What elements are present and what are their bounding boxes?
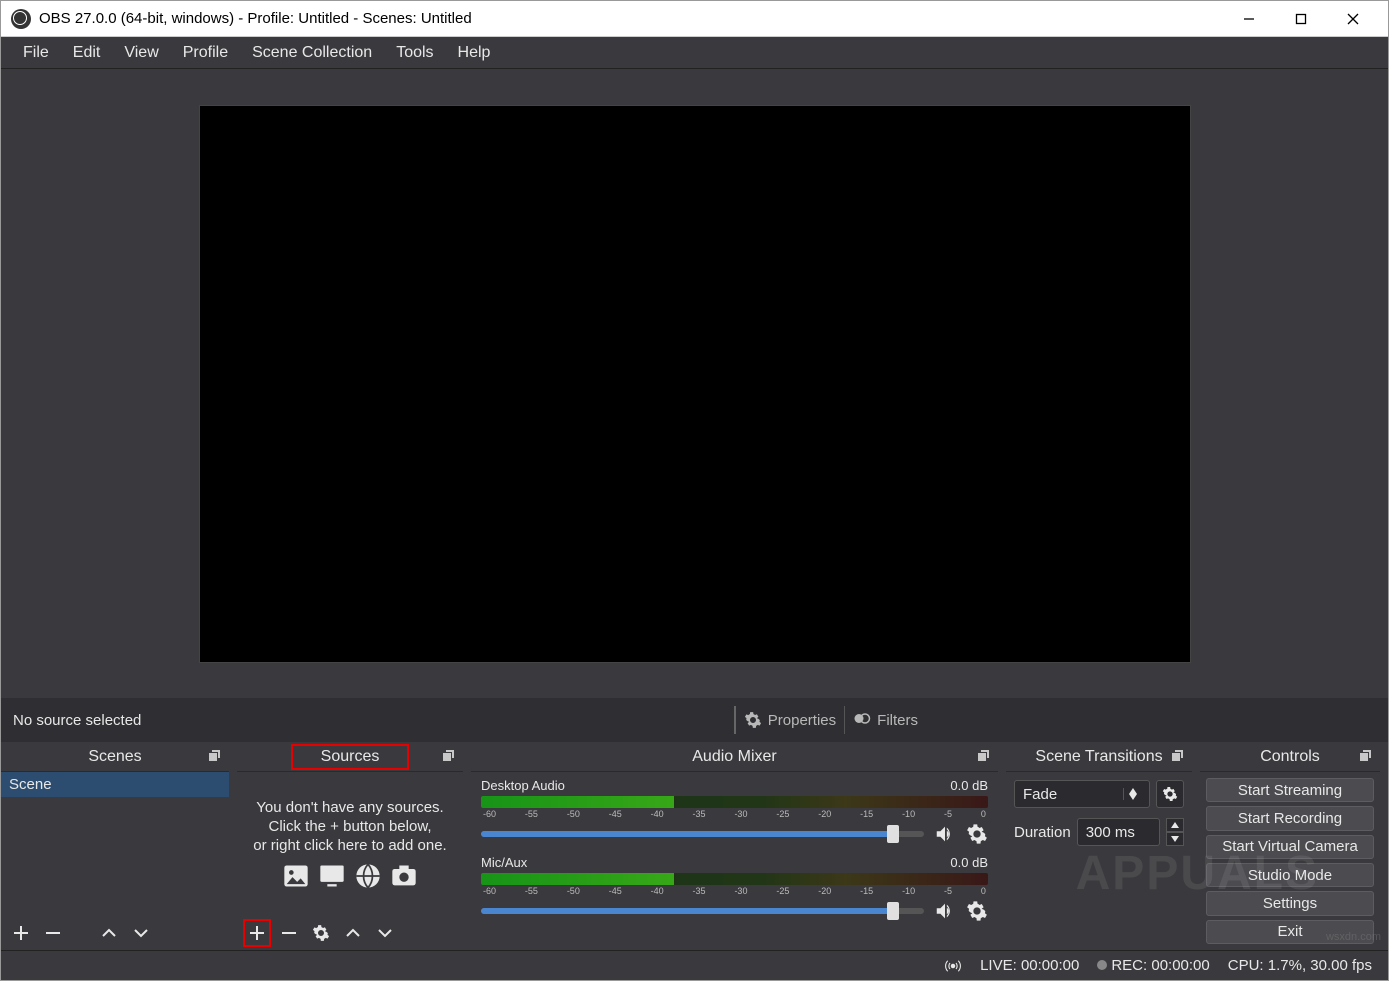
menubar: File Edit View Profile Scene Collection … xyxy=(1,37,1388,69)
minimize-button[interactable] xyxy=(1224,1,1274,36)
preview-area xyxy=(1,69,1388,698)
mixer-header: Audio Mixer xyxy=(471,742,998,772)
popout-icon[interactable] xyxy=(207,748,223,764)
menu-edit[interactable]: Edit xyxy=(61,40,113,66)
rec-time: REC: 00:00:00 xyxy=(1111,957,1209,974)
duration-up-button[interactable] xyxy=(1166,818,1184,832)
settings-button[interactable]: Settings xyxy=(1206,891,1374,915)
titlebar: OBS 27.0.0 (64-bit, windows) - Profile: … xyxy=(1,1,1388,37)
scene-up-button[interactable] xyxy=(95,919,123,947)
cpu-stats: CPU: 1.7%, 30.00 fps xyxy=(1228,957,1372,974)
preview-canvas[interactable] xyxy=(199,105,1191,663)
statusbar: LIVE: 00:00:00 REC: 00:00:00 CPU: 1.7%, … xyxy=(1,950,1388,980)
properties-button[interactable]: Properties xyxy=(734,706,844,734)
transition-settings-button[interactable] xyxy=(1156,780,1184,808)
studio-mode-button[interactable]: Studio Mode xyxy=(1206,863,1374,887)
rec-dot-icon xyxy=(1097,960,1107,970)
channel-name: Desktop Audio xyxy=(481,778,565,793)
sources-empty-line: or right click here to add one. xyxy=(253,837,446,854)
context-toolbar: No source selected Properties Filters xyxy=(1,698,1388,742)
scenes-header: Scenes xyxy=(1,742,229,772)
source-up-button[interactable] xyxy=(339,919,367,947)
sources-empty-line: You don't have any sources. xyxy=(256,799,443,816)
transition-select[interactable]: Fade xyxy=(1014,780,1150,808)
image-source-icon xyxy=(282,862,310,890)
popout-icon[interactable] xyxy=(441,748,457,764)
duration-value: 300 ms xyxy=(1086,824,1135,841)
speaker-icon[interactable] xyxy=(934,823,956,845)
controls-body: Start Streaming Start Recording Start Vi… xyxy=(1200,772,1380,950)
channel-db: 0.0 dB xyxy=(950,778,988,793)
source-add-button[interactable] xyxy=(243,919,271,947)
filters-label: Filters xyxy=(877,712,918,729)
transition-value: Fade xyxy=(1023,786,1123,803)
controls-title: Controls xyxy=(1260,748,1320,766)
popout-icon[interactable] xyxy=(1170,748,1186,764)
source-down-button[interactable] xyxy=(371,919,399,947)
scene-down-button[interactable] xyxy=(127,919,155,947)
volume-slider[interactable] xyxy=(481,831,924,837)
controls-header: Controls xyxy=(1200,742,1380,772)
start-streaming-button[interactable]: Start Streaming xyxy=(1206,778,1374,802)
sources-toolbar xyxy=(237,916,463,950)
channel-name: Mic/Aux xyxy=(481,855,527,870)
broadcast-icon xyxy=(944,956,962,974)
start-recording-button[interactable]: Start Recording xyxy=(1206,806,1374,830)
app-icon xyxy=(11,9,31,29)
meter-ticks: -60-55-50-45-40-35-30-25-20-15-10-50 xyxy=(481,809,988,819)
duration-input[interactable]: 300 ms xyxy=(1077,818,1160,846)
audio-meter xyxy=(481,873,988,885)
channel-db: 0.0 dB xyxy=(950,855,988,870)
scene-remove-button[interactable] xyxy=(39,919,67,947)
volume-slider[interactable] xyxy=(481,908,924,914)
menu-help[interactable]: Help xyxy=(446,40,503,66)
filters-button[interactable]: Filters xyxy=(844,706,926,734)
start-virtual-camera-button[interactable]: Start Virtual Camera xyxy=(1206,835,1374,859)
sources-list[interactable]: You don't have any sources. Click the + … xyxy=(237,772,463,916)
popout-icon[interactable] xyxy=(976,748,992,764)
scene-add-button[interactable] xyxy=(7,919,35,947)
popout-icon[interactable] xyxy=(1358,748,1374,764)
scenes-title: Scenes xyxy=(88,748,141,766)
speaker-icon[interactable] xyxy=(934,900,956,922)
display-source-icon xyxy=(318,862,346,890)
channel-gear-icon[interactable] xyxy=(966,823,988,845)
channel-gear-icon[interactable] xyxy=(966,900,988,922)
scenes-list[interactable]: Scene xyxy=(1,772,229,916)
duration-label: Duration xyxy=(1014,824,1071,841)
meter-ticks: -60-55-50-45-40-35-30-25-20-15-10-50 xyxy=(481,886,988,896)
maximize-button[interactable] xyxy=(1276,1,1326,36)
source-remove-button[interactable] xyxy=(275,919,303,947)
audio-meter xyxy=(481,796,988,808)
menu-profile[interactable]: Profile xyxy=(171,40,240,66)
select-arrows-icon xyxy=(1123,788,1141,800)
scenes-toolbar xyxy=(1,916,229,950)
sources-empty-line: Click the + button below, xyxy=(268,818,431,835)
mixer-body: Desktop Audio 0.0 dB -60-55-50-45-40-35-3… xyxy=(471,772,998,950)
browser-source-icon xyxy=(354,862,382,890)
watermark-text: wsxdn.com xyxy=(1326,931,1381,943)
duration-down-button[interactable] xyxy=(1166,832,1184,846)
properties-label: Properties xyxy=(768,712,836,729)
menu-view[interactable]: View xyxy=(112,40,170,66)
mixer-channel-desktop: Desktop Audio 0.0 dB -60-55-50-45-40-35-3… xyxy=(471,772,998,849)
sources-title: Sources xyxy=(291,744,410,770)
mixer-channel-mic: Mic/Aux 0.0 dB -60-55-50-45-40-35-30-25-2… xyxy=(471,849,998,926)
menu-scene-collection[interactable]: Scene Collection xyxy=(240,40,384,66)
source-settings-button[interactable] xyxy=(307,919,335,947)
transitions-title: Scene Transitions xyxy=(1035,748,1162,766)
menu-file[interactable]: File xyxy=(11,40,61,66)
transitions-header: Scene Transitions xyxy=(1006,742,1192,772)
close-button[interactable] xyxy=(1328,1,1378,36)
live-time: LIVE: 00:00:00 xyxy=(980,957,1079,974)
camera-source-icon xyxy=(390,862,418,890)
no-source-label: No source selected xyxy=(13,712,141,729)
window-title: OBS 27.0.0 (64-bit, windows) - Profile: … xyxy=(39,10,1224,27)
mixer-title: Audio Mixer xyxy=(692,748,776,766)
menu-tools[interactable]: Tools xyxy=(384,40,445,66)
scene-item[interactable]: Scene xyxy=(1,772,229,797)
sources-header: Sources xyxy=(237,742,463,772)
transitions-body: Fade Duration 300 ms xyxy=(1006,772,1192,950)
